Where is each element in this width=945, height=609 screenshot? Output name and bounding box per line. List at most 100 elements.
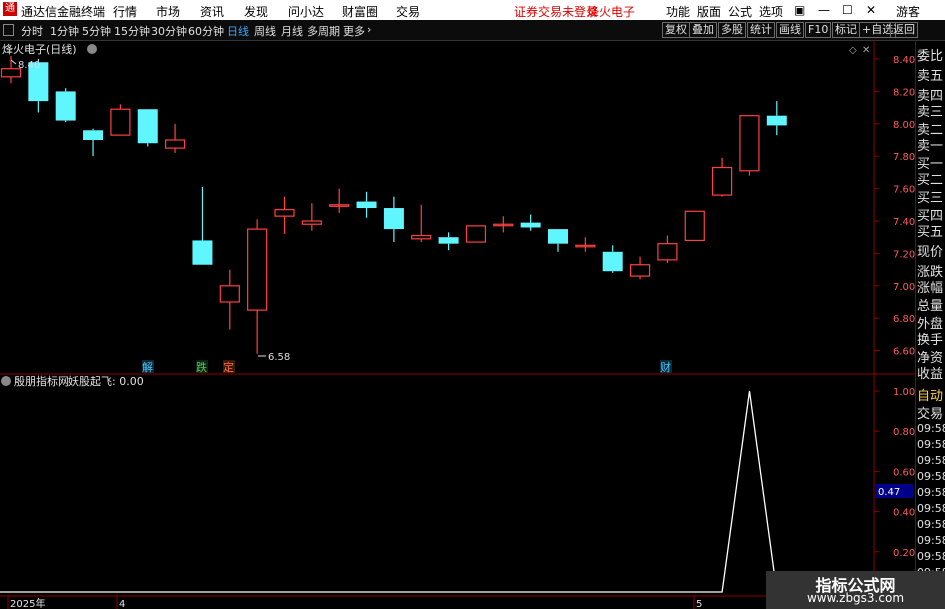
period-tab-15min[interactable]: 15分钟: [114, 23, 150, 39]
side-panel-item[interactable]: 09:58: [917, 518, 945, 531]
btn-f10[interactable]: F10: [805, 22, 832, 38]
maximize-icon[interactable]: ☐: [842, 3, 853, 17]
btn-overlay[interactable]: 叠加: [689, 22, 717, 38]
side-panel-item[interactable]: 委比: [917, 45, 945, 64]
candle[interactable]: [83, 128, 104, 157]
candle[interactable]: [301, 203, 322, 231]
main-chart-label[interactable]: 烽火电子(日线): [2, 42, 77, 56]
candle[interactable]: [329, 188, 350, 213]
candle[interactable]: [247, 219, 268, 354]
side-panel-item[interactable]: 09:58: [917, 534, 945, 547]
candle[interactable]: [55, 88, 76, 123]
candle[interactable]: [356, 191, 377, 218]
user-guest[interactable]: 游客: [896, 3, 920, 20]
pane-close-icon[interactable]: ✕: [862, 45, 870, 56]
candle[interactable]: [465, 225, 487, 243]
candle[interactable]: [520, 214, 541, 231]
candle[interactable]: [684, 210, 705, 242]
main-chart-menu-icon[interactable]: [87, 44, 97, 54]
side-panel-item[interactable]: 09:58: [917, 454, 945, 467]
candle[interactable]: [548, 229, 568, 252]
menu-ask-xiaoda[interactable]: 问小达: [288, 3, 324, 20]
close-icon[interactable]: ✕: [866, 3, 876, 17]
candle[interactable]: [629, 256, 651, 280]
period-tab-1min[interactable]: 1分钟: [50, 23, 79, 39]
candle[interactable]: [711, 157, 733, 197]
minimize-icon[interactable]: —: [818, 3, 830, 17]
candle[interactable]: [739, 115, 760, 176]
btn-back[interactable]: 返回: [890, 22, 918, 38]
candle[interactable]: [165, 123, 186, 153]
side-panel-item[interactable]: 自动: [917, 385, 945, 404]
side-panel-item[interactable]: 现价: [917, 241, 945, 260]
side-panel-item[interactable]: 09:58: [917, 438, 945, 451]
side-panel-item[interactable]: 卖三: [917, 101, 945, 120]
menu-layout[interactable]: 版面: [697, 3, 721, 20]
candle[interactable]: [110, 104, 131, 136]
candle[interactable]: [137, 109, 158, 147]
period-tab-multi[interactable]: 多周期: [307, 23, 340, 39]
indicator-menu-icon[interactable]: [1, 376, 11, 386]
side-panel-item[interactable]: 换手: [917, 329, 945, 348]
event-marker-drop[interactable]: 跌: [196, 360, 207, 374]
event-marker-fixed[interactable]: 定: [223, 360, 234, 374]
candle[interactable]: [493, 216, 514, 233]
side-panel-item[interactable]: 买五: [917, 221, 945, 240]
period-tab-more[interactable]: 更多: [343, 23, 365, 39]
side-panel-item[interactable]: 09:58: [917, 550, 945, 563]
candle[interactable]: [274, 196, 295, 234]
side-panel-item[interactable]: 09:58: [917, 502, 945, 515]
candle[interactable]: [602, 245, 623, 273]
side-panel-item[interactable]: 总量: [917, 295, 945, 314]
period-tab-daily[interactable]: 日线: [227, 23, 249, 39]
btn-adjust-price[interactable]: 复权: [662, 22, 690, 38]
period-tab-5min[interactable]: 5分钟: [82, 23, 111, 39]
period-tab-60min[interactable]: 60分钟: [188, 23, 224, 39]
side-panel-item[interactable]: 09:58: [917, 486, 945, 499]
menu-news[interactable]: 资讯: [200, 3, 224, 20]
candle[interactable]: [219, 269, 240, 330]
chart-area[interactable]: 烽火电子(日线) ◇ ✕ 8.40 8.20 8.00 7.80 7.60 7.40 7.2…: [0, 41, 915, 609]
candle[interactable]: [192, 186, 213, 265]
indicator-name[interactable]: 殷朋指标网: [14, 374, 69, 388]
period-tab-30min[interactable]: 30分钟: [151, 23, 187, 39]
period-tab-weekly[interactable]: 周线: [254, 23, 276, 39]
side-panel-item[interactable]: 收益: [917, 363, 945, 382]
side-panel-item[interactable]: 买二: [917, 169, 945, 188]
toolbar-toggle-icon[interactable]: [3, 24, 14, 36]
event-marker-unlock[interactable]: 解: [142, 360, 153, 374]
side-panel-item[interactable]: 涨幅: [917, 277, 945, 296]
diamond-icon[interactable]: ◇: [849, 45, 857, 56]
side-panel-item[interactable]: 买三: [917, 187, 945, 206]
menu-market[interactable]: 市场: [156, 3, 180, 20]
menu-discover[interactable]: 发现: [244, 3, 268, 20]
period-tab-monthly[interactable]: 月线: [281, 23, 303, 39]
side-panel-item[interactable]: 交易: [917, 403, 945, 422]
menu-market-quotes[interactable]: 行情: [113, 3, 137, 20]
side-panel-item[interactable]: 09:58: [917, 470, 945, 483]
candle[interactable]: [766, 101, 787, 136]
menu-wealth-circle[interactable]: 财富圈: [342, 3, 378, 20]
event-marker-finance[interactable]: 财: [660, 360, 671, 374]
side-panel-item[interactable]: 09:58: [917, 422, 945, 435]
btn-draw-line[interactable]: 画线: [776, 22, 804, 38]
restore-icon[interactable]: ▣: [794, 3, 805, 17]
menu-options[interactable]: 选项: [759, 3, 783, 20]
candle[interactable]: [383, 196, 404, 243]
candle-body: [411, 234, 432, 240]
btn-mark[interactable]: 标记: [832, 22, 860, 38]
menu-formula[interactable]: 公式: [728, 3, 752, 20]
menu-trade[interactable]: 交易: [396, 3, 420, 20]
trade-login-notice[interactable]: 证券交易未登录: [514, 3, 598, 20]
btn-multi-stock[interactable]: 多股: [718, 22, 746, 38]
candle[interactable]: [575, 237, 596, 252]
side-panel-item[interactable]: 卖一: [917, 135, 945, 154]
menu-functions[interactable]: 功能: [666, 3, 690, 20]
more-chevron-icon[interactable]: ›: [367, 23, 371, 36]
candle[interactable]: [411, 204, 432, 243]
side-panel-item[interactable]: 卖五: [917, 65, 945, 84]
period-tab-timeshare[interactable]: 分时: [21, 23, 43, 39]
btn-statistics[interactable]: 统计: [747, 22, 775, 38]
candle[interactable]: [657, 235, 678, 264]
candle[interactable]: [438, 232, 459, 251]
